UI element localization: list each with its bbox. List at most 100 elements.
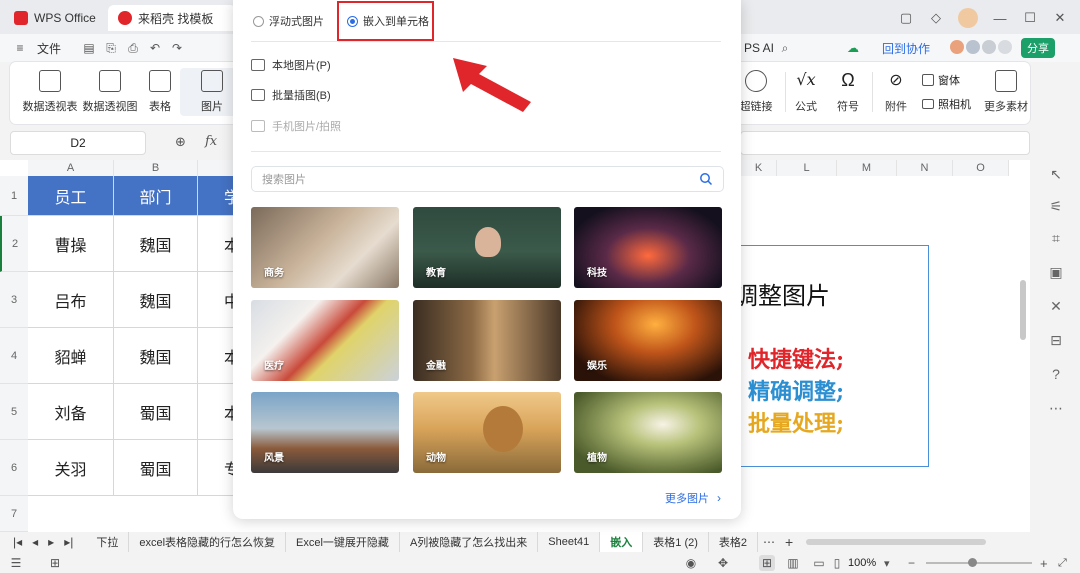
table-cell[interactable]: 专 bbox=[198, 440, 240, 496]
column-header[interactable]: M bbox=[837, 160, 897, 176]
maximize-button[interactable]: ☐ bbox=[1022, 10, 1038, 26]
tab-wps-office[interactable]: WPS Office bbox=[4, 5, 106, 31]
more-icon[interactable]: ⋯ bbox=[1048, 400, 1064, 416]
fullscreen-icon[interactable]: ⤢ bbox=[1058, 557, 1067, 570]
image-category-entertainment[interactable]: 娱乐 bbox=[574, 300, 722, 381]
normal-view-icon[interactable]: ⊞ bbox=[759, 555, 775, 571]
table-cell[interactable]: 魏国 bbox=[114, 328, 198, 384]
undo-icon[interactable]: ↶ bbox=[147, 40, 163, 56]
zoom-level[interactable]: 100% bbox=[848, 557, 876, 569]
image-search-input[interactable]: 搜索图片 bbox=[251, 166, 724, 192]
cursor-icon[interactable]: ↖ bbox=[1048, 166, 1064, 182]
freeze-icon[interactable]: ✥ bbox=[715, 555, 731, 571]
attachment-button[interactable]: ⊘ 附件 bbox=[864, 70, 928, 114]
text-box-shape[interactable]: 调整图片 快捷键法; 精确调整; 批量处理; bbox=[733, 245, 929, 467]
image-category-landscape[interactable]: 风景 bbox=[251, 392, 399, 473]
window-layout-icon[interactable]: ▢ bbox=[898, 10, 914, 26]
table-cell[interactable]: 蜀国 bbox=[114, 440, 198, 496]
name-box[interactable]: D2 bbox=[10, 131, 146, 155]
menu-file[interactable]: 文件 bbox=[31, 40, 67, 57]
search-icon[interactable]: ⌕ bbox=[777, 40, 793, 56]
image-category-business[interactable]: 商务 bbox=[251, 207, 399, 288]
column-header[interactable]: A bbox=[28, 160, 114, 176]
cloud-icon[interactable]: ☁ bbox=[845, 40, 861, 56]
table-cell[interactable]: 魏国 bbox=[114, 272, 198, 328]
macro-icon[interactable]: ⊞ bbox=[47, 555, 63, 571]
image-category-technology[interactable]: 科技 bbox=[574, 207, 722, 288]
add-sheet-button[interactable]: + bbox=[780, 534, 798, 550]
local-image-item[interactable]: 本地图片(P) bbox=[251, 57, 331, 73]
zoom-slider[interactable] bbox=[926, 558, 1032, 567]
column-header[interactable]: K bbox=[741, 160, 777, 176]
table-cell[interactable]: 刘备 bbox=[28, 384, 114, 440]
minimize-button[interactable]: — bbox=[992, 10, 1008, 26]
collab-link[interactable]: 回到协作 bbox=[876, 40, 936, 57]
reading-icon[interactable]: ▯ bbox=[829, 555, 845, 571]
sliders-icon[interactable]: ⚟ bbox=[1048, 198, 1064, 214]
sheet-tab[interactable]: 表格2 bbox=[709, 532, 759, 552]
table-cell[interactable]: 本 bbox=[198, 328, 240, 384]
column-header[interactable]: B bbox=[114, 160, 198, 176]
table-cell[interactable]: 曹操 bbox=[28, 216, 114, 272]
table-cell[interactable]: 本 bbox=[198, 384, 240, 440]
sheet-tab[interactable]: A列被隐藏了怎么找出来 bbox=[400, 532, 539, 552]
tools-icon[interactable]: ✕ bbox=[1048, 298, 1064, 314]
print-icon[interactable]: ⎙ bbox=[125, 40, 141, 56]
vertical-scrollbar[interactable] bbox=[1020, 280, 1026, 340]
row-header[interactable]: 5 bbox=[0, 384, 28, 440]
row-header[interactable]: 4 bbox=[0, 328, 28, 384]
fx-icon[interactable]: fx bbox=[205, 134, 217, 149]
image-category-education[interactable]: 教育 bbox=[413, 207, 561, 288]
prev-sheet-icon[interactable]: ◂ bbox=[27, 535, 43, 549]
export-icon[interactable]: ⎘ bbox=[103, 40, 119, 56]
row-header[interactable]: 3 bbox=[0, 272, 28, 328]
table-header-cell[interactable]: 部门 bbox=[114, 176, 198, 216]
sheet-tab[interactable]: 表格1 (2) bbox=[643, 532, 709, 552]
pivot-table-button[interactable]: 数据透视表 bbox=[18, 70, 82, 114]
page-layout-icon[interactable]: ▥ bbox=[785, 555, 801, 571]
formula-input[interactable] bbox=[740, 131, 1030, 155]
horizontal-scrollbar[interactable] bbox=[806, 539, 987, 545]
table-header-cell[interactable]: 员工 bbox=[28, 176, 114, 216]
search-icon[interactable] bbox=[699, 172, 713, 186]
cube-icon[interactable]: ◇ bbox=[928, 10, 944, 26]
help-icon[interactable]: ? bbox=[1048, 366, 1064, 382]
page-break-icon[interactable]: ▭ bbox=[811, 555, 827, 571]
column-header[interactable]: N bbox=[897, 160, 953, 176]
row-header[interactable]: 6 bbox=[0, 440, 28, 496]
column-header[interactable] bbox=[198, 160, 234, 176]
share-button[interactable]: 分享 bbox=[1021, 38, 1055, 58]
crop-icon[interactable]: ⌗ bbox=[1048, 230, 1064, 246]
zoom-slider-handle[interactable] bbox=[968, 558, 977, 567]
zoom-dropdown-icon[interactable]: ▾ bbox=[884, 557, 890, 570]
image-category-finance[interactable]: 金融 bbox=[413, 300, 561, 381]
sheet-list-icon[interactable]: ☰ bbox=[8, 555, 24, 571]
redo-icon[interactable]: ↷ bbox=[169, 40, 185, 56]
batch-insert-item[interactable]: 批量插图(B) bbox=[251, 87, 331, 103]
camera-button[interactable]: 照相机 bbox=[922, 96, 971, 112]
image-edit-icon[interactable]: ▣ bbox=[1048, 264, 1064, 280]
row-header[interactable]: 2 bbox=[0, 216, 28, 272]
radio-floating-image[interactable]: 浮动式图片 bbox=[253, 13, 324, 29]
collaborator-avatars[interactable] bbox=[950, 40, 1014, 56]
row-header[interactable]: 1 bbox=[0, 176, 28, 216]
column-header[interactable]: O bbox=[953, 160, 1009, 176]
zoom-out-icon[interactable]: − bbox=[908, 556, 915, 570]
sheet-tab-active[interactable]: 嵌入 bbox=[600, 532, 644, 552]
image-category-animals[interactable]: 动物 bbox=[413, 392, 561, 473]
more-images-link[interactable]: 更多图片 › bbox=[665, 490, 721, 506]
avatar[interactable] bbox=[958, 8, 978, 28]
more-assets-button[interactable]: 更多素材 bbox=[974, 70, 1038, 114]
table-cell[interactable]: 蜀国 bbox=[114, 384, 198, 440]
tab-docer-template[interactable]: 来稻壳 找模板 bbox=[108, 5, 236, 31]
table-cell[interactable]: 吕布 bbox=[28, 272, 114, 328]
column-header[interactable]: L bbox=[777, 160, 837, 176]
menu-wps-ai[interactable]: PS AI bbox=[738, 41, 780, 55]
close-button[interactable]: ✕ bbox=[1052, 10, 1068, 26]
sheet-tab[interactable]: 下拉 bbox=[86, 532, 130, 552]
row-header[interactable]: 7 bbox=[0, 496, 28, 532]
table-cell[interactable]: 中 bbox=[198, 272, 240, 328]
table-header-cell[interactable]: 学 bbox=[198, 176, 240, 216]
next-sheet-icon[interactable]: ▸ bbox=[43, 535, 59, 549]
zoom-icon[interactable]: ⊕ bbox=[175, 134, 186, 150]
